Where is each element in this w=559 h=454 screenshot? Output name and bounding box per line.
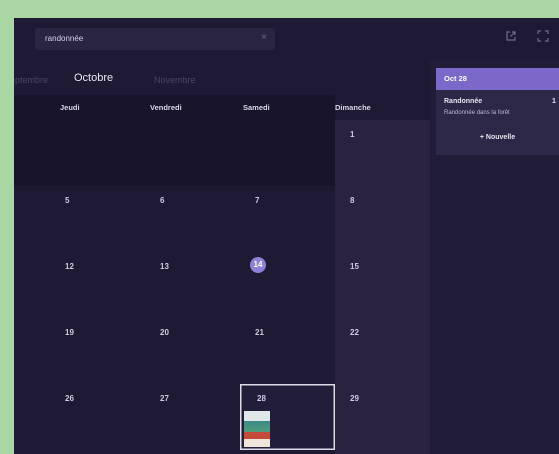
day-number: 27 — [160, 394, 169, 403]
tab-current-month[interactable]: Octobre — [74, 72, 113, 84]
search-input[interactable]: randonnée × — [35, 28, 275, 50]
weekday-header: Jeudi — [60, 103, 80, 112]
day-number: 8 — [350, 196, 355, 205]
add-event-button[interactable]: + Nouvelle — [436, 134, 559, 141]
selected-day-cell[interactable]: 28 — [240, 384, 335, 450]
day-cell[interactable]: 20 — [145, 318, 240, 384]
calendar-grid: 1 5 6 7 8 12 13 14 15 19 20 21 22 26 27 28 29 — [50, 120, 430, 450]
close-icon[interactable]: × — [261, 33, 267, 43]
fullscreen-icon[interactable] — [537, 30, 549, 42]
day-cell[interactable]: 26 — [50, 384, 145, 450]
day-cell[interactable]: 1 — [335, 120, 430, 186]
day-number: 15 — [350, 262, 359, 271]
day-cell[interactable]: 12 — [50, 252, 145, 318]
day-cell[interactable]: 21 — [240, 318, 335, 384]
day-cell[interactable]: 5 — [50, 186, 145, 252]
day-number: 21 — [255, 328, 264, 337]
day-cell — [50, 120, 145, 186]
day-cell[interactable]: 22 — [335, 318, 430, 384]
event-count: 1 — [552, 98, 556, 105]
weekday-header: Vendredi — [150, 103, 182, 112]
event-thumbnail[interactable] — [244, 411, 270, 447]
today-marker: 14 — [250, 257, 266, 273]
day-number: 20 — [160, 328, 169, 337]
weekday-header: Samedi — [243, 103, 270, 112]
day-number: 13 — [160, 262, 169, 271]
event-description: Randonnée dans la forêt — [444, 110, 510, 116]
day-cell[interactable]: 19 — [50, 318, 145, 384]
day-cell — [240, 120, 335, 186]
day-number: 22 — [350, 328, 359, 337]
day-cell — [145, 120, 240, 186]
day-detail-panel: Oct 28 Randonnée 1 Randonnée dans la for… — [430, 60, 559, 454]
day-number: 6 — [160, 196, 165, 205]
day-number: 1 — [350, 130, 355, 139]
day-number: 19 — [65, 328, 74, 337]
day-number: 12 — [65, 262, 74, 271]
event-card[interactable]: Oct 28 Randonnée 1 Randonnée dans la for… — [436, 68, 559, 155]
selected-date: Oct 28 — [436, 68, 559, 90]
tab-previous-month[interactable]: Septembre — [14, 75, 48, 85]
calendar-window: randonnée × Septembre Octobre Novembre J… — [14, 18, 559, 454]
day-number: 28 — [257, 394, 266, 403]
search-value: randonnée — [45, 34, 84, 43]
day-cell[interactable]: 29 — [335, 384, 430, 450]
day-number: 7 — [255, 196, 260, 205]
weekday-header: Dimanche — [335, 103, 371, 112]
day-cell[interactable]: 7 — [240, 186, 335, 252]
day-number: 5 — [65, 196, 70, 205]
day-cell[interactable]: 6 — [145, 186, 240, 252]
day-cell[interactable]: 14 — [240, 252, 335, 318]
open-external-icon[interactable] — [505, 30, 517, 42]
tab-next-month[interactable]: Novembre — [154, 75, 196, 85]
day-number: 26 — [65, 394, 74, 403]
day-cell[interactable]: 13 — [145, 252, 240, 318]
day-cell[interactable]: 27 — [145, 384, 240, 450]
day-cell[interactable]: 15 — [335, 252, 430, 318]
day-cell[interactable]: 8 — [335, 186, 430, 252]
event-title[interactable]: Randonnée — [444, 98, 482, 105]
day-number: 29 — [350, 394, 359, 403]
